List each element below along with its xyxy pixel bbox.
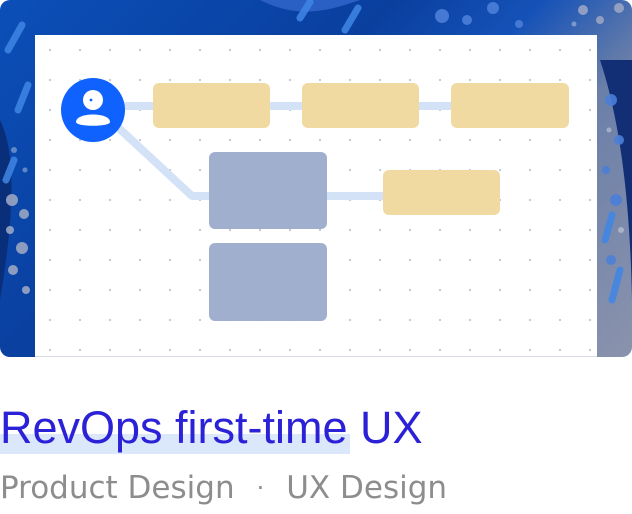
flow-node-2: [302, 83, 419, 128]
flow-node-3: [451, 83, 569, 128]
flow-node-6: [209, 243, 327, 321]
card-title-link[interactable]: RevOps first-time UX: [0, 400, 423, 456]
user-avatar-icon: [61, 78, 125, 142]
tag-product-design[interactable]: Product Design: [0, 466, 235, 510]
card-tags: Product Design · UX Design: [0, 466, 447, 510]
flow-node-4: [209, 152, 327, 229]
tag-separator: ·: [256, 474, 265, 502]
flow-node-5: [383, 170, 500, 215]
card-thumbnail[interactable]: [0, 0, 632, 357]
tag-ux-design[interactable]: UX Design: [286, 466, 447, 510]
flow-node-1: [153, 83, 270, 128]
